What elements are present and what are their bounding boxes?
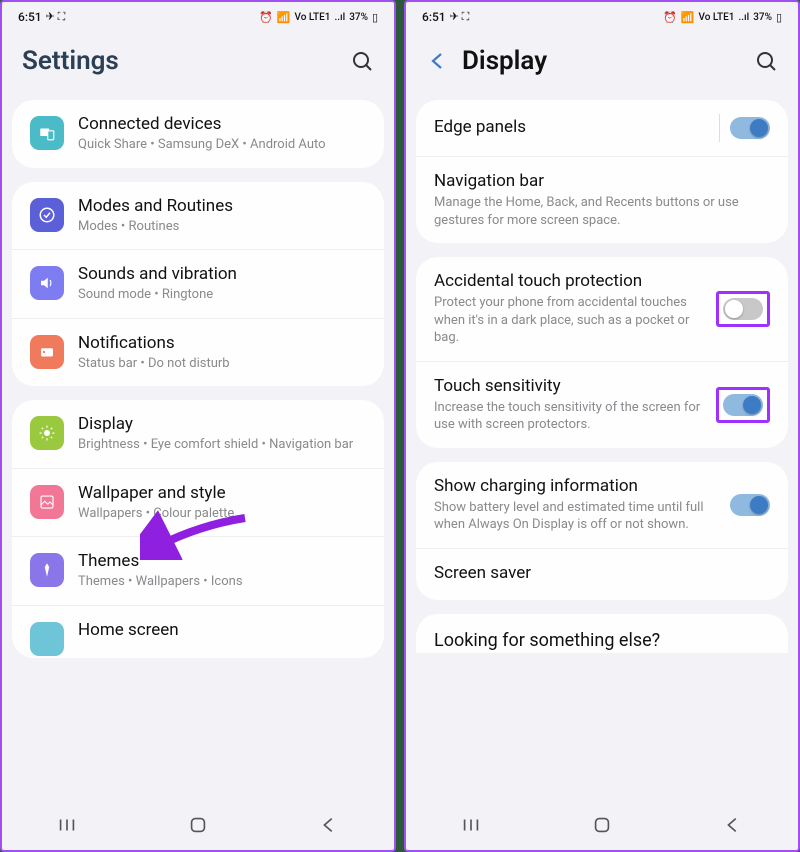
item-subtitle: Manage the Home, Back, and Recents butto…: [434, 194, 770, 229]
status-icons-left: ✈ ⛶: [450, 10, 470, 24]
item-charging-info[interactable]: Show charging information Show battery l…: [416, 462, 788, 549]
modes-icon: [30, 198, 64, 232]
wifi-icon: 📶: [277, 11, 291, 24]
card-edge-nav: Edge panels Navigation bar Manage the Ho…: [416, 100, 788, 243]
wallpaper-icon: [30, 485, 64, 519]
themes-icon: [30, 553, 64, 587]
item-navigation-bar[interactable]: Navigation bar Manage the Home, Back, an…: [416, 157, 788, 243]
status-network: Vo LTE1: [698, 12, 734, 23]
item-subtitle: Sound mode • Ringtone: [78, 286, 366, 304]
back-icon[interactable]: [426, 49, 450, 73]
page-title: Display: [462, 46, 754, 76]
back-button[interactable]: [722, 814, 744, 836]
item-title: Sounds and vibration: [78, 264, 366, 284]
navigation-bar: [2, 802, 394, 850]
item-title: Touch sensitivity: [434, 376, 706, 396]
item-modes-routines[interactable]: Modes and Routines Modes • Routines: [12, 182, 384, 251]
connected-devices-icon: [30, 116, 64, 150]
phone-settings: 6:51 ✈ ⛶ ⏰ 📶 Vo LTE1 ..ıl 37% ▯ Settings…: [0, 0, 396, 852]
item-themes[interactable]: Themes Themes • Wallpapers • Icons: [12, 537, 384, 606]
item-title: Connected devices: [78, 114, 366, 134]
home-button[interactable]: [591, 814, 613, 836]
item-display[interactable]: Display Brightness • Eye comfort shield …: [12, 400, 384, 469]
card-charging: Show charging information Show battery l…: [416, 462, 788, 600]
status-time: 6:51: [18, 10, 42, 24]
header: Display: [406, 28, 798, 100]
alarm-icon: ⏰: [259, 11, 273, 24]
item-title: Modes and Routines: [78, 196, 366, 216]
item-touch-sensitivity[interactable]: Touch sensitivity Increase the touch sen…: [416, 362, 788, 448]
item-connected-devices[interactable]: Connected devices Quick Share • Samsung …: [12, 100, 384, 168]
item-subtitle: Modes • Routines: [78, 218, 366, 236]
footer-prompt: Looking for something else?: [416, 614, 788, 653]
status-bar: 6:51 ✈ ⛶ ⏰ 📶 Vo LTE1 ..ıl 37% ▯: [2, 2, 394, 28]
item-title: Notifications: [78, 333, 366, 353]
page-title: Settings: [22, 46, 350, 76]
item-subtitle: Show battery level and estimated time un…: [434, 499, 720, 534]
status-network: Vo LTE1: [294, 12, 330, 23]
item-subtitle: Increase the touch sensitivity of the sc…: [434, 399, 706, 434]
toggle-edge-panels[interactable]: [730, 117, 770, 139]
card-connected: Connected devices Quick Share • Samsung …: [12, 100, 384, 168]
item-subtitle: Themes • Wallpapers • Icons: [78, 573, 366, 591]
item-subtitle: Protect your phone from accidental touch…: [434, 294, 706, 347]
alarm-icon: ⏰: [663, 11, 677, 24]
item-subtitle: Wallpapers • Colour palette: [78, 505, 366, 523]
notifications-icon: [30, 335, 64, 369]
item-subtitle: Brightness • Eye comfort shield • Naviga…: [78, 436, 366, 454]
item-screen-saver[interactable]: Screen saver: [416, 549, 788, 600]
back-button[interactable]: [318, 814, 340, 836]
item-wallpaper[interactable]: Wallpaper and style Wallpapers • Colour …: [12, 469, 384, 538]
wifi-icon: 📶: [681, 11, 695, 24]
status-battery: 37%: [753, 12, 772, 23]
card-touch: Accidental touch protection Protect your…: [416, 257, 788, 448]
status-bar: 6:51 ✈ ⛶ ⏰ 📶 Vo LTE1 ..ıl 37% ▯: [406, 2, 798, 28]
item-notifications[interactable]: Notifications Status bar • Do not distur…: [12, 319, 384, 387]
toggle-touch-sensitivity[interactable]: [723, 394, 763, 416]
status-icons-left: ✈ ⛶: [46, 10, 66, 24]
header: Settings: [2, 28, 394, 100]
status-signal: ..ıl: [334, 12, 345, 23]
battery-icon: ▯: [372, 11, 378, 24]
item-subtitle: Quick Share • Samsung DeX • Android Auto: [78, 136, 366, 154]
home-button[interactable]: [187, 814, 209, 836]
highlight-box: [716, 387, 770, 423]
search-icon[interactable]: [754, 49, 778, 73]
sounds-icon: [30, 266, 64, 300]
item-title: Themes: [78, 551, 366, 571]
status-battery: 37%: [349, 12, 368, 23]
item-home-screen[interactable]: Home screen: [12, 606, 384, 658]
item-title: Edge panels: [434, 117, 709, 137]
item-title: Screen saver: [434, 563, 770, 583]
toggle-accidental-touch[interactable]: [723, 298, 763, 320]
phone-display-settings: 6:51 ✈ ⛶ ⏰ 📶 Vo LTE1 ..ıl 37% ▯ Display …: [404, 0, 800, 852]
home-icon: [30, 622, 64, 656]
item-title: Navigation bar: [434, 171, 770, 191]
item-accidental-touch[interactable]: Accidental touch protection Protect your…: [416, 257, 788, 362]
navigation-bar: [406, 802, 798, 850]
display-icon: [30, 416, 64, 450]
card-display-group: Display Brightness • Eye comfort shield …: [12, 400, 384, 658]
search-icon[interactable]: [350, 49, 374, 73]
item-title: Home screen: [78, 620, 366, 640]
toggle-charging-info[interactable]: [730, 494, 770, 516]
item-title: Show charging information: [434, 476, 720, 496]
recents-button[interactable]: [56, 814, 78, 836]
item-title: Display: [78, 414, 366, 434]
item-title: Wallpaper and style: [78, 483, 366, 503]
item-edge-panels[interactable]: Edge panels: [416, 100, 788, 157]
card-sounds-group: Modes and Routines Modes • Routines Soun…: [12, 182, 384, 387]
item-subtitle: Status bar • Do not disturb: [78, 355, 366, 373]
status-signal: ..ıl: [738, 12, 749, 23]
battery-icon: ▯: [776, 11, 782, 24]
item-title: Accidental touch protection: [434, 271, 706, 291]
item-sounds-vibration[interactable]: Sounds and vibration Sound mode • Ringto…: [12, 250, 384, 319]
highlight-box: [716, 291, 770, 327]
status-time: 6:51: [422, 10, 446, 24]
recents-button[interactable]: [460, 814, 482, 836]
